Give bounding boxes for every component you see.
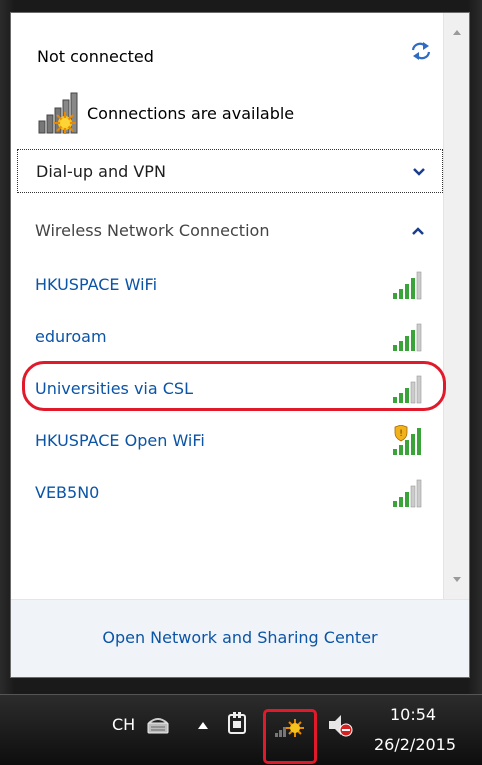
network-name: eduroam (35, 327, 107, 346)
open-network-sharing-center-link[interactable]: Open Network and Sharing Center (11, 628, 469, 647)
clock-date[interactable]: 26/2/2015 (374, 735, 456, 754)
network-item-hkuspace-open-wifi[interactable]: HKUSPACE Open WiFi ! (17, 419, 443, 463)
network-unavailable-icon (38, 92, 78, 134)
scroll-up-icon[interactable] (444, 21, 470, 43)
network-name: HKUSPACE WiFi (35, 275, 158, 294)
network-name: VEB5N0 (35, 483, 100, 502)
scrollbar[interactable] (443, 13, 470, 599)
network-name: HKUSPACE Open WiFi (35, 431, 205, 450)
wireless-connection-label: Wireless Network Connection (35, 221, 270, 240)
power-plug-icon[interactable] (226, 711, 248, 737)
refresh-icon[interactable] (410, 41, 432, 61)
network-flyout-frame: Not connected Connections are available … (0, 0, 482, 694)
wireless-connection-section[interactable]: Wireless Network Connection (17, 209, 443, 253)
svg-text:!: ! (399, 429, 403, 439)
connection-status: Not connected (37, 47, 154, 66)
network-flyout: Not connected Connections are available … (10, 12, 470, 678)
network-item-veb5n0[interactable]: VEB5N0 (17, 471, 443, 515)
connections-available-text: Connections are available (87, 103, 295, 123)
network-item-hkuspace-wifi[interactable]: HKUSPACE WiFi (17, 263, 443, 307)
scroll-down-icon[interactable] (444, 569, 470, 591)
flyout-footer: Open Network and Sharing Center (11, 599, 469, 677)
chevron-down-icon (413, 168, 425, 176)
show-hidden-icons-arrow[interactable] (196, 719, 210, 731)
connections-available-row: Connections are available (37, 91, 294, 135)
network-item-eduroam[interactable]: eduroam (17, 315, 443, 359)
network-item-universities-via-csl[interactable]: Universities via CSL (17, 367, 443, 411)
flyout-content: Not connected Connections are available … (11, 13, 443, 599)
volume-muted-icon[interactable] (326, 711, 354, 739)
unsecured-wifi-signal-icon: ! (393, 425, 421, 455)
keyboard-icon[interactable] (146, 713, 170, 735)
wifi-signal-icon (393, 479, 422, 508)
dialup-vpn-section[interactable]: Dial-up and VPN (17, 149, 443, 193)
dialup-vpn-label: Dial-up and VPN (36, 162, 166, 181)
wifi-signal-icon (393, 323, 422, 352)
network-name: Universities via CSL (35, 379, 193, 398)
language-indicator[interactable]: CH (112, 715, 135, 734)
clock-time[interactable]: 10:54 (390, 705, 436, 724)
wifi-signal-icon (393, 271, 422, 300)
network-no-connection-icon[interactable] (274, 713, 306, 739)
taskbar: CH 10:54 26/2/2015 (0, 694, 482, 765)
wifi-signal-icon (393, 375, 422, 404)
chevron-up-icon (412, 227, 424, 235)
